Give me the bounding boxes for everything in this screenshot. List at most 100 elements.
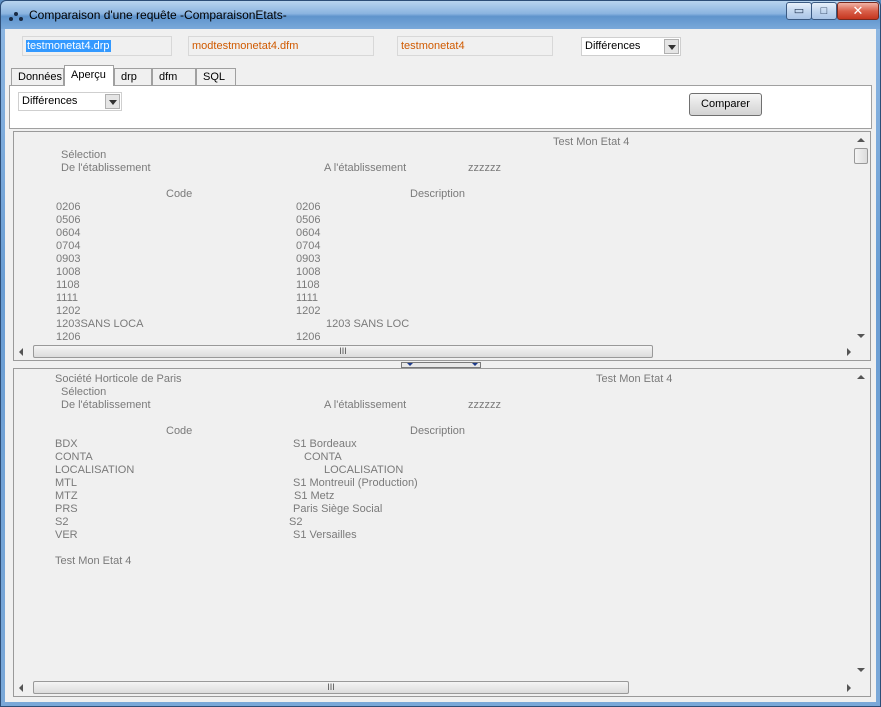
scroll-down-icon[interactable] [857, 334, 865, 338]
row-code: 1108 [56, 279, 80, 291]
column-header-code: Code [166, 425, 193, 437]
row-description: S2 [289, 516, 303, 528]
to-value: zzzzzz [468, 162, 501, 174]
column-header-description: Description [410, 425, 466, 437]
row-code: VER [55, 529, 78, 541]
mode-select-value: Différences [585, 40, 641, 52]
application-window: Comparaison d'une requête -ComparaisonEt… [0, 0, 881, 707]
vertical-scrollbar[interactable] [854, 369, 870, 678]
scroll-thumb[interactable]: III [33, 681, 629, 694]
scroll-left-icon[interactable] [19, 348, 23, 356]
minimize-button[interactable]: ▭ [786, 2, 812, 20]
selection-label: Sélection [61, 386, 107, 398]
minimize-icon: ▭ [793, 5, 805, 17]
client-area: testmonetat4.drp modtestmonetat4.dfm tes… [5, 29, 876, 702]
row-code: CONTA [55, 451, 93, 463]
row-description: 1202 [296, 305, 321, 317]
scroll-down-icon[interactable] [857, 668, 865, 672]
row-description: 1111 [296, 292, 319, 304]
to-label: A l'établissement [324, 399, 407, 411]
row-description: 0604 [296, 227, 321, 239]
filter-select-value: Différences [22, 95, 78, 107]
row-code: 1202 [56, 305, 81, 317]
mode-select[interactable]: Différences [581, 37, 681, 56]
row-code: PRS [55, 503, 78, 515]
scroll-left-icon[interactable] [19, 684, 23, 692]
row-code: 1206 [56, 331, 81, 343]
selection-label: Sélection [61, 149, 107, 161]
report-footer-title: Test Mon Etat 4 [55, 555, 132, 567]
row-description: S1 Metz [294, 490, 335, 502]
splitter-down-icon [472, 363, 478, 366]
maximize-button[interactable]: □ [811, 2, 837, 20]
row-code: 0506 [56, 214, 81, 226]
horizontal-scrollbar[interactable]: III [14, 679, 856, 696]
row-code: 1008 [56, 266, 81, 278]
to-value: zzzzzz [468, 399, 501, 411]
row-description: CONTA [304, 451, 342, 463]
row-code: LOCALISATION [55, 464, 135, 476]
file1-field[interactable]: testmonetat4.drp [22, 36, 172, 56]
scroll-up-icon[interactable] [857, 138, 865, 142]
scroll-thumb[interactable]: III [33, 345, 653, 358]
row-description: 0903 [296, 253, 321, 265]
horizontal-scrollbar[interactable]: III [14, 343, 856, 360]
app-icon [8, 8, 24, 24]
scroll-corner [854, 343, 870, 360]
row-code: BDX [55, 438, 78, 450]
report-title: Test Mon Etat 4 [553, 136, 630, 148]
scroll-up-icon[interactable] [857, 375, 865, 379]
company-name: Société Horticole de Paris [55, 373, 182, 385]
report-preview-right[interactable]: Société Horticole de Paris Test Mon Etat… [13, 368, 871, 697]
chevron-down-icon[interactable] [105, 94, 120, 109]
filter-select[interactable]: Différences [18, 92, 122, 111]
scroll-corner [854, 679, 870, 696]
row-code: 0206 [56, 201, 81, 213]
row-description: 0506 [296, 214, 321, 226]
row-description: 1206 [296, 331, 321, 343]
report-preview-left[interactable]: Test Mon Etat 4 Sélection De l'établisse… [13, 131, 871, 361]
chevron-down-icon[interactable] [664, 39, 679, 54]
file3-field[interactable]: testmonetat4 [397, 36, 553, 56]
row-description: 1203 SANS LOC [326, 318, 410, 330]
row-description: 1108 [296, 279, 320, 291]
row-description: S1 Montreuil (Production) [293, 477, 418, 489]
compare-button[interactable]: Comparer [689, 93, 762, 116]
row-code: 0604 [56, 227, 81, 239]
row-description: S1 Versailles [293, 529, 357, 541]
from-label: De l'établissement [61, 162, 151, 174]
tab-donnees[interactable]: Données [11, 68, 64, 86]
row-code: MTL [55, 477, 77, 489]
tab-sql[interactable]: SQL [196, 68, 236, 86]
vertical-scrollbar[interactable] [854, 132, 870, 344]
row-description: LOCALISATION [324, 464, 404, 476]
scroll-right-icon[interactable] [847, 348, 851, 356]
scroll-thumb[interactable] [854, 148, 868, 164]
tab-apercu[interactable]: Aperçu [64, 65, 114, 86]
tab-drp[interactable]: drp [114, 68, 152, 86]
title-bar[interactable]: Comparaison d'une requête -ComparaisonEt… [1, 1, 880, 29]
row-description: 1008 [296, 266, 321, 278]
row-code: 0903 [56, 253, 81, 265]
tab-dfm[interactable]: dfm [152, 68, 196, 86]
close-icon: ✕ [852, 3, 864, 18]
row-code: 0704 [56, 240, 81, 252]
row-code: 1203SANS LOCA [56, 318, 144, 330]
maximize-icon: □ [820, 5, 828, 17]
row-code: 1111 [56, 292, 79, 304]
row-description: S1 Bordeaux [293, 438, 357, 450]
row-description: 0206 [296, 201, 321, 213]
row-description: Paris Siège Social [293, 503, 383, 515]
scroll-right-icon[interactable] [847, 684, 851, 692]
close-button[interactable]: ✕ [837, 2, 879, 20]
file1-value: testmonetat4.drp [26, 40, 111, 52]
file2-field[interactable]: modtestmonetat4.dfm [188, 36, 374, 56]
window-title: Comparaison d'une requête -ComparaisonEt… [29, 8, 287, 22]
column-header-description: Description [410, 188, 466, 200]
from-label: De l'établissement [61, 399, 151, 411]
report-title: Test Mon Etat 4 [596, 373, 673, 385]
splitter-down-icon [407, 363, 413, 366]
column-header-code: Code [166, 188, 193, 200]
row-code: S2 [55, 516, 69, 528]
row-description: 0704 [296, 240, 321, 252]
